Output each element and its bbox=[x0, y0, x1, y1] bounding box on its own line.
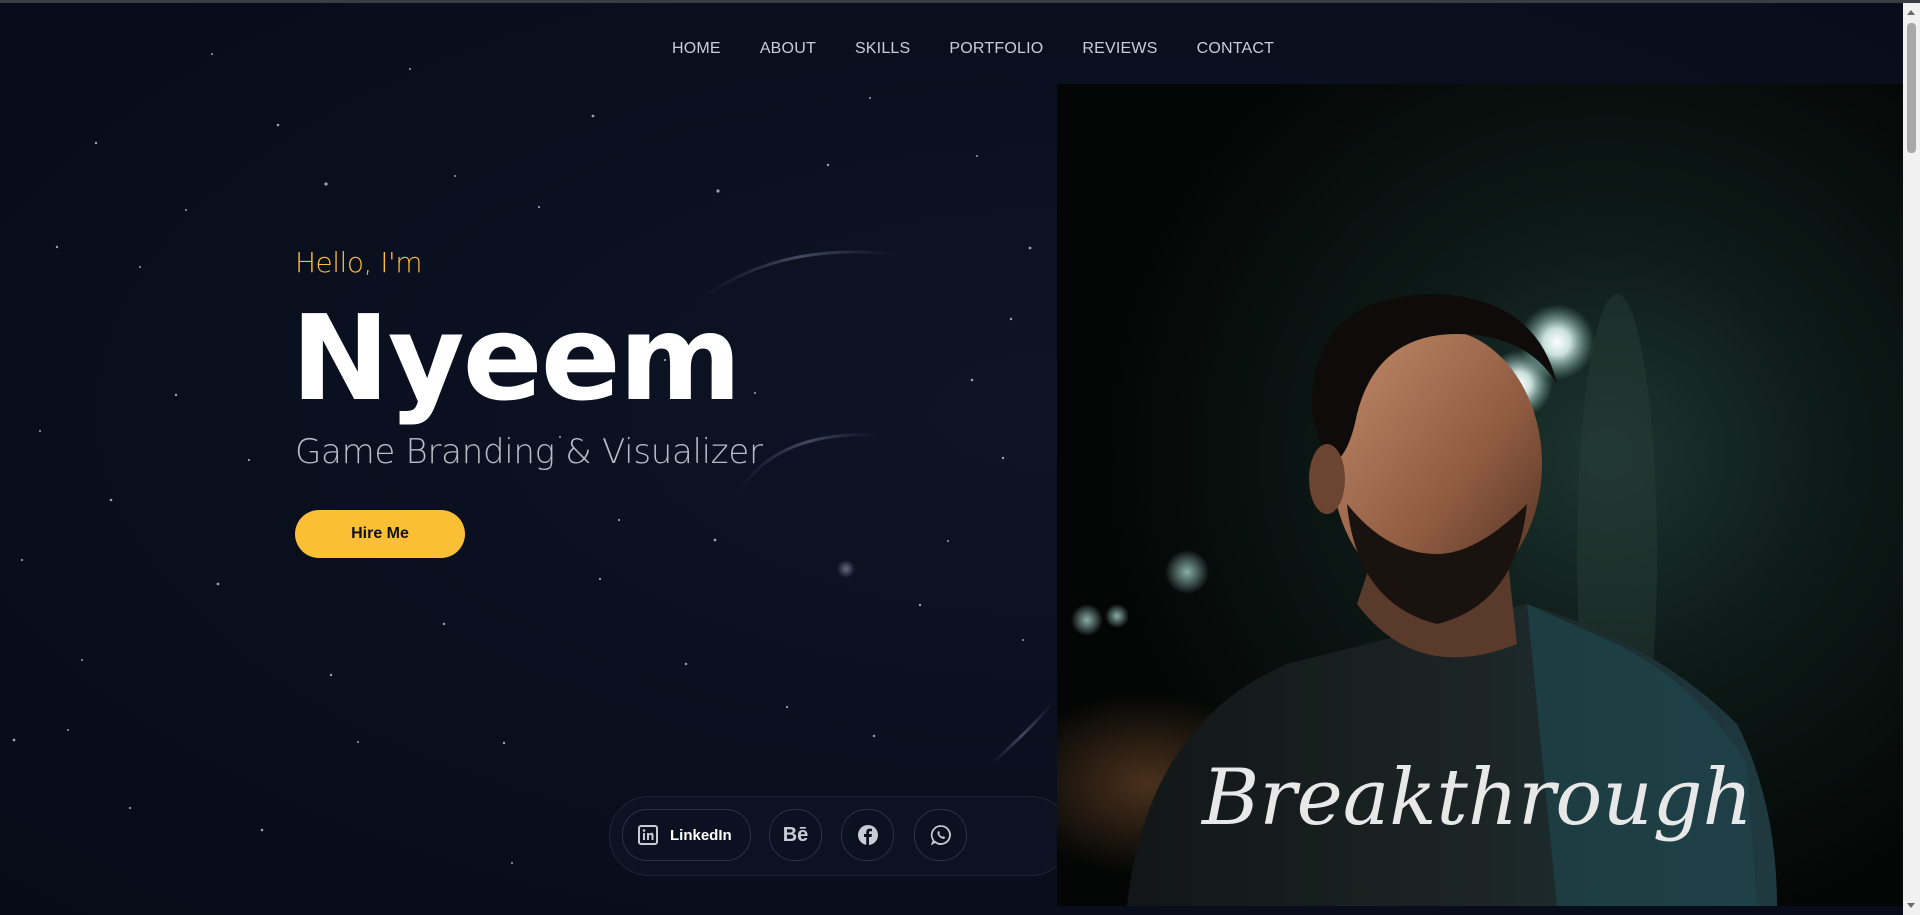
nav-item-skills[interactable]: SKILLS bbox=[855, 40, 910, 58]
portrait-photo: Breakthrough bbox=[1057, 84, 1903, 906]
whatsapp-button[interactable] bbox=[914, 809, 967, 861]
hero-name: Nyeem bbox=[291, 289, 742, 427]
scroll-up-icon[interactable] bbox=[1907, 10, 1915, 15]
page-scrollbar[interactable] bbox=[1903, 3, 1920, 915]
hero-greeting: Hello, I'm bbox=[295, 246, 423, 279]
nav-item-reviews[interactable]: REVIEWS bbox=[1082, 40, 1157, 58]
facebook-icon bbox=[857, 824, 879, 846]
behance-icon: Bē bbox=[782, 823, 809, 846]
scrollbar-thumb[interactable] bbox=[1907, 23, 1916, 153]
page: HOME ABOUT SKILLS PORTFOLIO REVIEWS CONT… bbox=[0, 0, 1920, 915]
nav-item-home[interactable]: HOME bbox=[672, 40, 721, 58]
scroll-down-icon[interactable] bbox=[1907, 903, 1915, 908]
nav-menu: HOME ABOUT SKILLS PORTFOLIO REVIEWS CONT… bbox=[672, 40, 1313, 58]
hire-me-button[interactable]: Hire Me bbox=[295, 510, 465, 558]
hero-section: Hello, I'm Nyeem Game Branding & Visuali… bbox=[291, 246, 763, 558]
top-navigation: HOME ABOUT SKILLS PORTFOLIO REVIEWS CONT… bbox=[0, 3, 1903, 83]
nav-item-about[interactable]: ABOUT bbox=[760, 40, 816, 58]
hero-role: Game Branding & Visualizer bbox=[295, 432, 763, 472]
browser-top-border bbox=[0, 0, 1920, 3]
behance-button[interactable]: Bē bbox=[769, 809, 822, 861]
linkedin-label: LinkedIn bbox=[670, 826, 732, 844]
shirt-print: Breakthrough bbox=[1200, 753, 1753, 843]
linkedin-icon bbox=[638, 825, 658, 845]
nav-item-contact[interactable]: CONTACT bbox=[1197, 40, 1275, 58]
whatsapp-icon bbox=[930, 824, 952, 846]
facebook-button[interactable] bbox=[841, 809, 894, 861]
portrait-illustration: Breakthrough bbox=[1057, 84, 1903, 906]
linkedin-button[interactable]: LinkedIn bbox=[622, 809, 751, 861]
nav-item-portfolio[interactable]: PORTFOLIO bbox=[949, 40, 1043, 58]
